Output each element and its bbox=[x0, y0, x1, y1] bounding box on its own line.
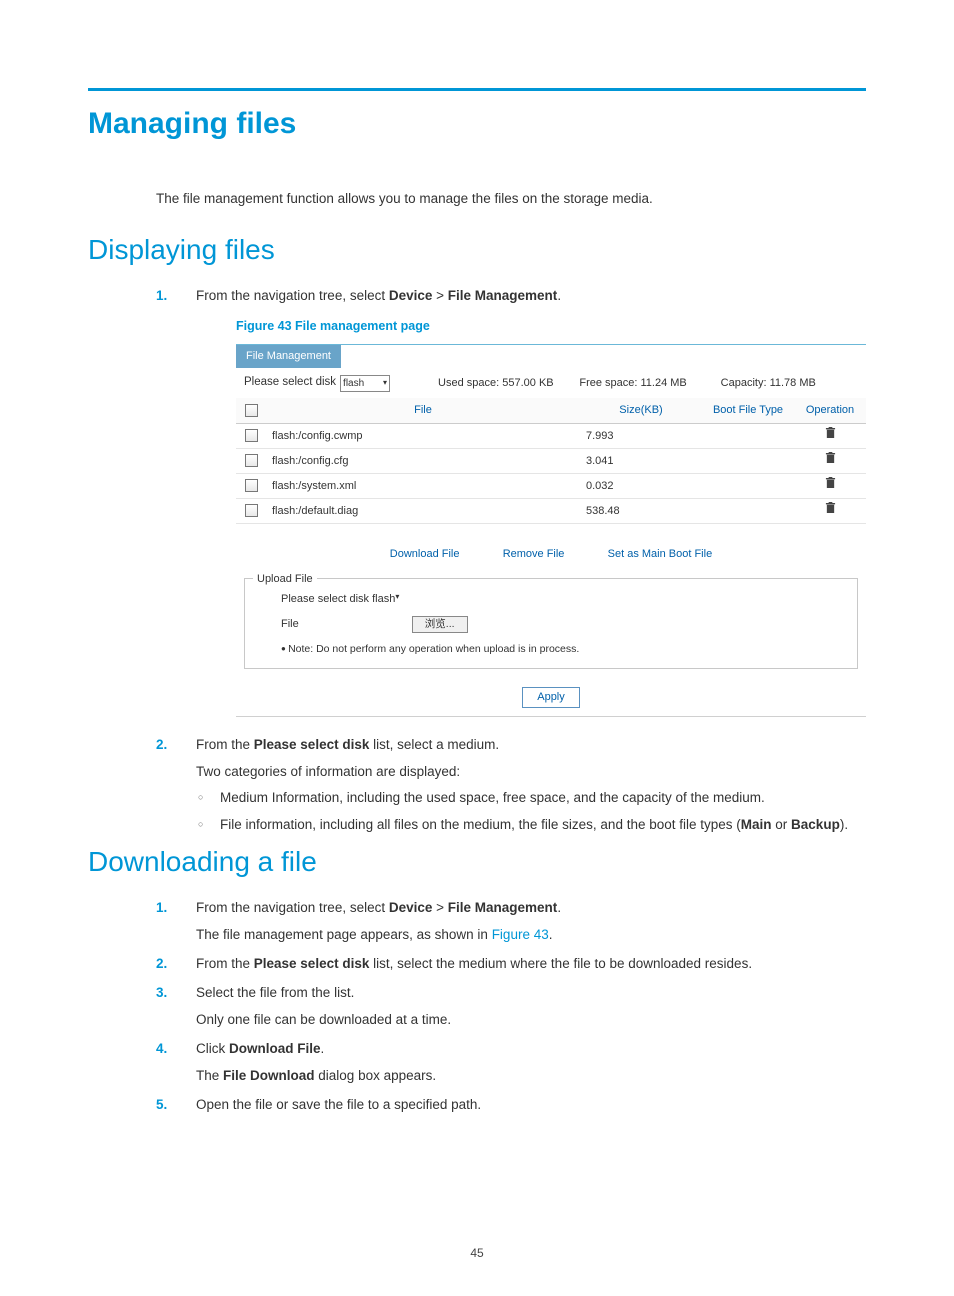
select-disk-dropdown[interactable]: flash bbox=[340, 375, 390, 393]
section-downloading-file: Downloading a file bbox=[88, 846, 866, 878]
row-checkbox[interactable] bbox=[245, 454, 258, 467]
table-row: flash:/default.diag 538.48 bbox=[236, 499, 866, 524]
set-main-boot-link[interactable]: Set as Main Boot File bbox=[588, 548, 733, 560]
col-operation: Operation bbox=[794, 398, 866, 424]
trash-icon[interactable] bbox=[825, 430, 836, 442]
table-row: flash:/config.cfg 3.041 bbox=[236, 449, 866, 474]
download-step-4: 4. Click Download File. The File Downloa… bbox=[156, 1039, 866, 1087]
used-space: Used space: 557.00 KB bbox=[438, 375, 575, 392]
upload-select-disk-dropdown[interactable]: flash bbox=[372, 591, 399, 608]
trash-icon[interactable] bbox=[825, 480, 836, 492]
figure-43-link[interactable]: Figure 43 bbox=[492, 927, 549, 942]
table-row: flash:/config.cwmp 7.993 bbox=[236, 424, 866, 449]
intro-text: The file management function allows you … bbox=[156, 191, 866, 206]
free-space: Free space: 11.24 MB bbox=[579, 375, 716, 392]
col-boot: Boot File Type bbox=[702, 398, 794, 424]
upload-file-label: File bbox=[281, 618, 299, 630]
col-size: Size(KB) bbox=[580, 398, 702, 424]
trash-icon[interactable] bbox=[825, 455, 836, 467]
select-all-checkbox[interactable] bbox=[245, 404, 258, 417]
trash-icon[interactable] bbox=[825, 505, 836, 517]
page-title: Managing files bbox=[88, 107, 866, 141]
upload-note: Note: Do not perform any operation when … bbox=[281, 641, 843, 657]
row-checkbox[interactable] bbox=[245, 479, 258, 492]
figure-caption: Figure 43 File management page bbox=[236, 317, 866, 336]
row-checkbox[interactable] bbox=[245, 504, 258, 517]
download-step-5: 5. Open the file or save the file to a s… bbox=[156, 1095, 866, 1116]
download-step-1: 1. From the navigation tree, select Devi… bbox=[156, 898, 866, 946]
display-step-2: 2. From the Please select disk list, sel… bbox=[156, 735, 866, 837]
bullet-medium-info: Medium Information, including the used s… bbox=[196, 788, 866, 809]
row-checkbox[interactable] bbox=[245, 429, 258, 442]
figure-43-screenshot: File Management Please select disk flash… bbox=[236, 344, 866, 716]
section-displaying-files: Displaying files bbox=[88, 234, 866, 266]
remove-file-link[interactable]: Remove File bbox=[483, 548, 585, 560]
download-step-3: 3. Select the file from the list. Only o… bbox=[156, 983, 866, 1031]
upload-legend: Upload File bbox=[253, 571, 317, 588]
display-step-1: 1. From the navigation tree, select Devi… bbox=[156, 286, 866, 717]
table-row: flash:/system.xml 0.032 bbox=[236, 474, 866, 499]
apply-button[interactable]: Apply bbox=[522, 687, 580, 708]
select-disk-label: Please select disk bbox=[244, 374, 336, 392]
col-file: File bbox=[266, 398, 580, 424]
page-number: 45 bbox=[0, 1246, 954, 1260]
bullet-file-info: File information, including all files on… bbox=[196, 815, 866, 836]
file-table: File Size(KB) Boot File Type Operation f… bbox=[236, 398, 866, 524]
download-file-link[interactable]: Download File bbox=[370, 548, 480, 560]
download-step-2: 2. From the Please select disk list, sel… bbox=[156, 954, 866, 975]
capacity: Capacity: 11.78 MB bbox=[721, 375, 858, 392]
title-rule bbox=[88, 88, 866, 91]
upload-fieldset: Upload File Please select disk flash Fil… bbox=[244, 578, 858, 668]
browse-button[interactable]: 浏览... bbox=[412, 616, 468, 633]
ss-tab-file-management[interactable]: File Management bbox=[236, 345, 341, 368]
